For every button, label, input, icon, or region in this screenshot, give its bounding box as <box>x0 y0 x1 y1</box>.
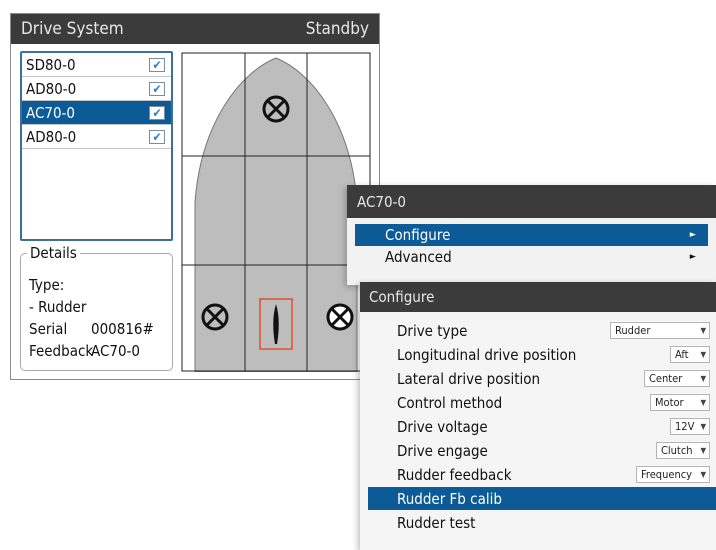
config-row-rudder-fb-calib[interactable]: Rudder Fb calib <box>368 487 716 510</box>
config-row-control-method[interactable]: Control method Motor ▼ <box>368 391 716 414</box>
config-row-rudder-feedback[interactable]: Rudder feedback Frequency ▼ <box>368 463 716 486</box>
dropdown-caret-icon: ▼ <box>700 470 706 479</box>
drive-list-item[interactable]: AD80-0 ✔ <box>22 125 171 149</box>
drive-list-item[interactable]: AD80-0 ✔ <box>22 77 171 101</box>
thruster-icon[interactable] <box>262 95 290 123</box>
drive-name: SD80-0 <box>26 55 76 74</box>
control-method-select[interactable]: Motor ▼ <box>650 394 710 411</box>
drive-list: SD80-0 ✔ AD80-0 ✔ AC70-0 ✔ AD80-0 ✔ <box>20 51 173 241</box>
drive-enable-checkbox[interactable]: ✔ <box>149 105 165 120</box>
config-row-drive-engage[interactable]: Drive engage Clutch ▼ <box>368 439 716 462</box>
feedback-label: Feedback <box>29 342 94 360</box>
serial-label: Serial <box>29 320 68 338</box>
serial-value: 000816# <box>91 320 154 338</box>
config-label: Drive voltage <box>397 417 488 436</box>
select-value: Motor <box>655 396 684 409</box>
config-label: Rudder feedback <box>397 465 512 484</box>
dropdown-caret-icon: ▼ <box>700 422 706 431</box>
drive-enable-checkbox[interactable]: ✔ <box>149 57 165 72</box>
submenu-arrow-icon: ► <box>689 252 696 262</box>
config-label: Rudder test <box>397 513 476 532</box>
select-value: Center <box>649 372 683 385</box>
config-label: Lateral drive position <box>397 369 541 388</box>
drive-list-item[interactable]: SD80-0 ✔ <box>22 53 171 77</box>
drive-engage-select[interactable]: Clutch ▼ <box>656 442 710 459</box>
configure-panel: Configure Drive type Rudder ▼ Longitudin… <box>360 282 716 550</box>
lateral-position-select[interactable]: Center ▼ <box>644 370 710 387</box>
config-row-lateral-position[interactable]: Lateral drive position Center ▼ <box>368 367 716 390</box>
config-label: Drive type <box>397 321 468 340</box>
window-title: Drive System <box>21 19 124 39</box>
type-value: - Rudder <box>29 298 87 316</box>
config-label: Drive engage <box>397 441 488 460</box>
dropdown-caret-icon: ▼ <box>700 350 706 359</box>
select-value: Aft <box>675 348 689 361</box>
dropdown-caret-icon: ▼ <box>700 446 706 455</box>
checkmark-icon: ✔ <box>152 105 162 120</box>
dropdown-caret-icon: ▼ <box>700 398 706 407</box>
boat-diagram <box>181 52 371 372</box>
select-value: Frequency <box>641 468 693 481</box>
feedback-row: Feedback AC70-0 <box>29 340 168 362</box>
menu-item-advanced[interactable]: Advanced ► <box>355 246 708 268</box>
configure-title: Configure <box>360 282 716 312</box>
drive-name: AD80-0 <box>26 79 77 98</box>
config-row-drive-type[interactable]: Drive type Rudder ▼ <box>368 319 716 342</box>
thruster-icon[interactable] <box>201 303 229 331</box>
details-legend: Details <box>27 244 80 262</box>
drive-type-select[interactable]: Rudder ▼ <box>610 322 710 339</box>
menu-item-label: Configure <box>385 226 451 244</box>
drive-enable-checkbox[interactable]: ✔ <box>149 129 165 144</box>
dropdown-caret-icon: ▼ <box>700 326 706 335</box>
drive-list-item-selected[interactable]: AC70-0 ✔ <box>22 101 171 125</box>
submenu-arrow-icon: ► <box>689 230 696 240</box>
drive-enable-checkbox[interactable]: ✔ <box>149 81 165 96</box>
dropdown-caret-icon: ▼ <box>700 374 706 383</box>
config-row-longitudinal-position[interactable]: Longitudinal drive position Aft ▼ <box>368 343 716 366</box>
drive-system-window: Drive System Standby SD80-0 ✔ AD80-0 ✔ A… <box>10 13 380 380</box>
config-label: Rudder Fb calib <box>397 489 502 508</box>
details-panel: Details Type: - Rudder Serial 000816# Fe… <box>20 244 173 371</box>
type-label: Type: <box>29 276 65 294</box>
drive-name: AC70-0 <box>26 103 76 122</box>
select-value: Rudder <box>615 324 651 337</box>
checkmark-icon: ✔ <box>152 81 162 96</box>
config-row-drive-voltage[interactable]: Drive voltage 12V ▼ <box>368 415 716 438</box>
drive-context-menu: AC70-0 Configure ► Advanced ► <box>347 185 716 285</box>
checkmark-icon: ✔ <box>152 57 162 72</box>
drive-system-titlebar: Drive System Standby <box>11 14 379 44</box>
config-label: Control method <box>397 393 503 412</box>
thruster-icon[interactable] <box>326 303 354 331</box>
longitudinal-position-select[interactable]: Aft ▼ <box>670 346 710 363</box>
status-label: Standby <box>305 19 369 39</box>
rudder-feedback-select[interactable]: Frequency ▼ <box>636 466 710 483</box>
feedback-value: AC70-0 <box>91 342 141 360</box>
drive-voltage-select[interactable]: 12V ▼ <box>670 418 710 435</box>
select-value: Clutch <box>661 444 693 457</box>
select-value: 12V <box>675 420 695 433</box>
drive-name: AD80-0 <box>26 127 77 146</box>
menu-item-configure[interactable]: Configure ► <box>355 224 708 246</box>
menu-title: AC70-0 <box>347 185 716 218</box>
config-label: Longitudinal drive position <box>397 345 577 364</box>
checkmark-icon: ✔ <box>152 129 162 144</box>
menu-item-label: Advanced <box>385 248 452 266</box>
config-row-rudder-test[interactable]: Rudder test <box>368 511 716 534</box>
serial-row: Serial 000816# <box>29 318 168 340</box>
